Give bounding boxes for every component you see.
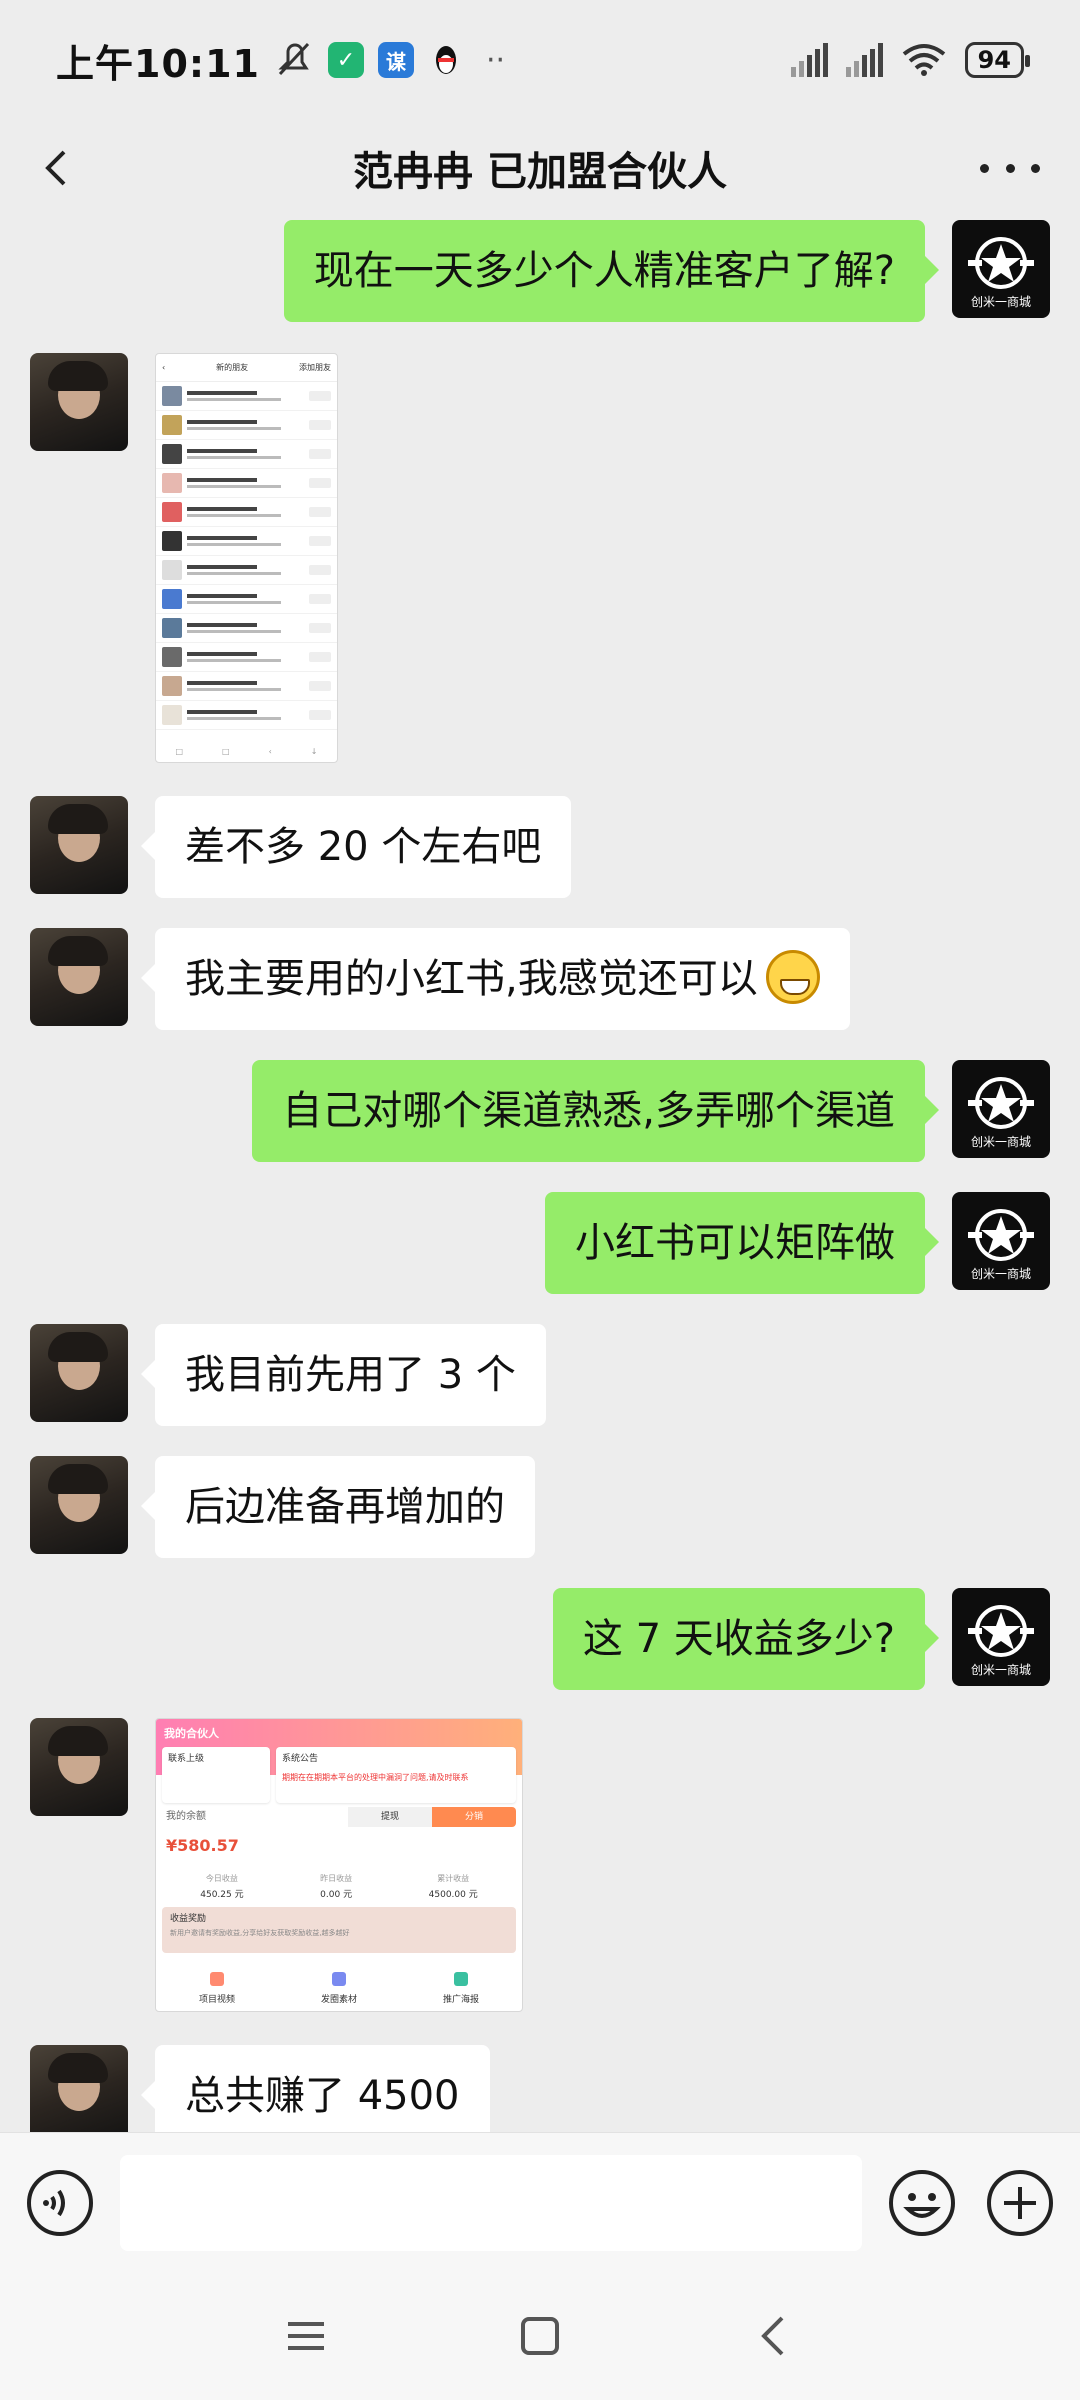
contact-avatar[interactable] <box>30 353 128 451</box>
message-text: 我主要用的小红书,我感觉还可以 <box>185 956 758 1002</box>
voice-input-icon[interactable] <box>26 2169 94 2237</box>
signal-1-icon <box>790 43 828 77</box>
signal-2-icon <box>845 43 883 77</box>
my-avatar[interactable]: 创米一商城 <box>952 1060 1050 1158</box>
app-badge-icon: 谋 <box>377 42 414 78</box>
my-avatar[interactable]: 创米一商城 <box>952 220 1050 318</box>
star-logo-icon <box>968 1077 1034 1129</box>
input-bar <box>0 2132 1080 2272</box>
status-bar: 上午10:11 ✓ 谋 ·· 94 <box>0 0 1080 120</box>
back-arrow-icon[interactable] <box>36 146 80 190</box>
status-time: 上午10:11 <box>56 41 260 86</box>
system-navigation-bar <box>0 2272 1080 2400</box>
back-icon[interactable] <box>752 2314 796 2358</box>
my-avatar[interactable]: 创米一商城 <box>952 1588 1050 1686</box>
more-notifications-icon: ·· <box>485 42 506 78</box>
chat-title: 范冉冉 已加盟合伙人 <box>353 149 727 195</box>
message-list[interactable]: 现在一天多少个人精准客户了解? 创米一商城 ‹ 新的朋友 添加朋友 □ □ ‹ ↓ 差不多… <box>0 216 1080 2132</box>
message-bubble-other[interactable]: 差不多 20 个左右吧 <box>140 796 572 898</box>
more-options-icon[interactable] <box>980 146 1040 190</box>
contact-avatar[interactable] <box>30 1324 128 1422</box>
emoji-icon[interactable] <box>888 2169 956 2237</box>
image-message-contacts[interactable]: ‹ 新的朋友 添加朋友 □ □ ‹ ↓ <box>155 353 338 763</box>
contact-avatar[interactable] <box>30 928 128 1026</box>
message-bubble-other[interactable]: 后边准备再增加的 <box>141 1456 535 1558</box>
battery-indicator: 94 <box>964 42 1031 78</box>
chat-header: 范冉冉 已加盟合伙人 <box>0 120 1080 216</box>
shield-app-icon: ✓ <box>327 42 364 78</box>
home-icon[interactable] <box>518 2314 562 2358</box>
star-logo-icon <box>968 1605 1034 1657</box>
contact-avatar[interactable] <box>30 2045 128 2132</box>
penguin-icon <box>435 46 456 74</box>
star-logo-icon <box>968 1209 1034 1261</box>
message-bubble-other[interactable]: 我目前先用了 3 个 <box>141 1324 546 1426</box>
contact-avatar[interactable] <box>30 796 128 894</box>
message-input[interactable] <box>120 2155 862 2251</box>
contact-avatar[interactable] <box>30 1456 128 1554</box>
menu-icon[interactable] <box>284 2314 328 2358</box>
wifi-icon <box>902 44 945 76</box>
contact-avatar[interactable] <box>30 1718 128 1816</box>
mute-icon <box>278 42 310 76</box>
star-logo-icon <box>968 237 1034 289</box>
image-message-earnings[interactable]: 我的合伙人 联系上级 系统公告 期期在在期期本平台的处理中漏洞了问题,请及时联系 … <box>155 1718 523 2012</box>
message-bubble-mine[interactable]: 现在一天多少个人精准客户了解? <box>283 220 940 322</box>
message-bubble-mine[interactable]: 自己对哪个渠道熟悉,多弄哪个渠道 <box>252 1060 939 1162</box>
message-bubble-mine[interactable]: 这 7 天收益多少? <box>552 1588 940 1690</box>
message-bubble-other[interactable]: 总共赚了 4500 <box>141 2045 490 2132</box>
grinning-face-emoji-icon <box>765 950 820 1004</box>
plus-icon[interactable] <box>986 2169 1054 2237</box>
my-avatar[interactable]: 创米一商城 <box>952 1192 1050 1290</box>
message-bubble-mine[interactable]: 小红书可以矩阵做 <box>545 1192 939 1294</box>
message-bubble-other[interactable]: 我主要用的小红书,我感觉还可以 <box>141 928 850 1030</box>
